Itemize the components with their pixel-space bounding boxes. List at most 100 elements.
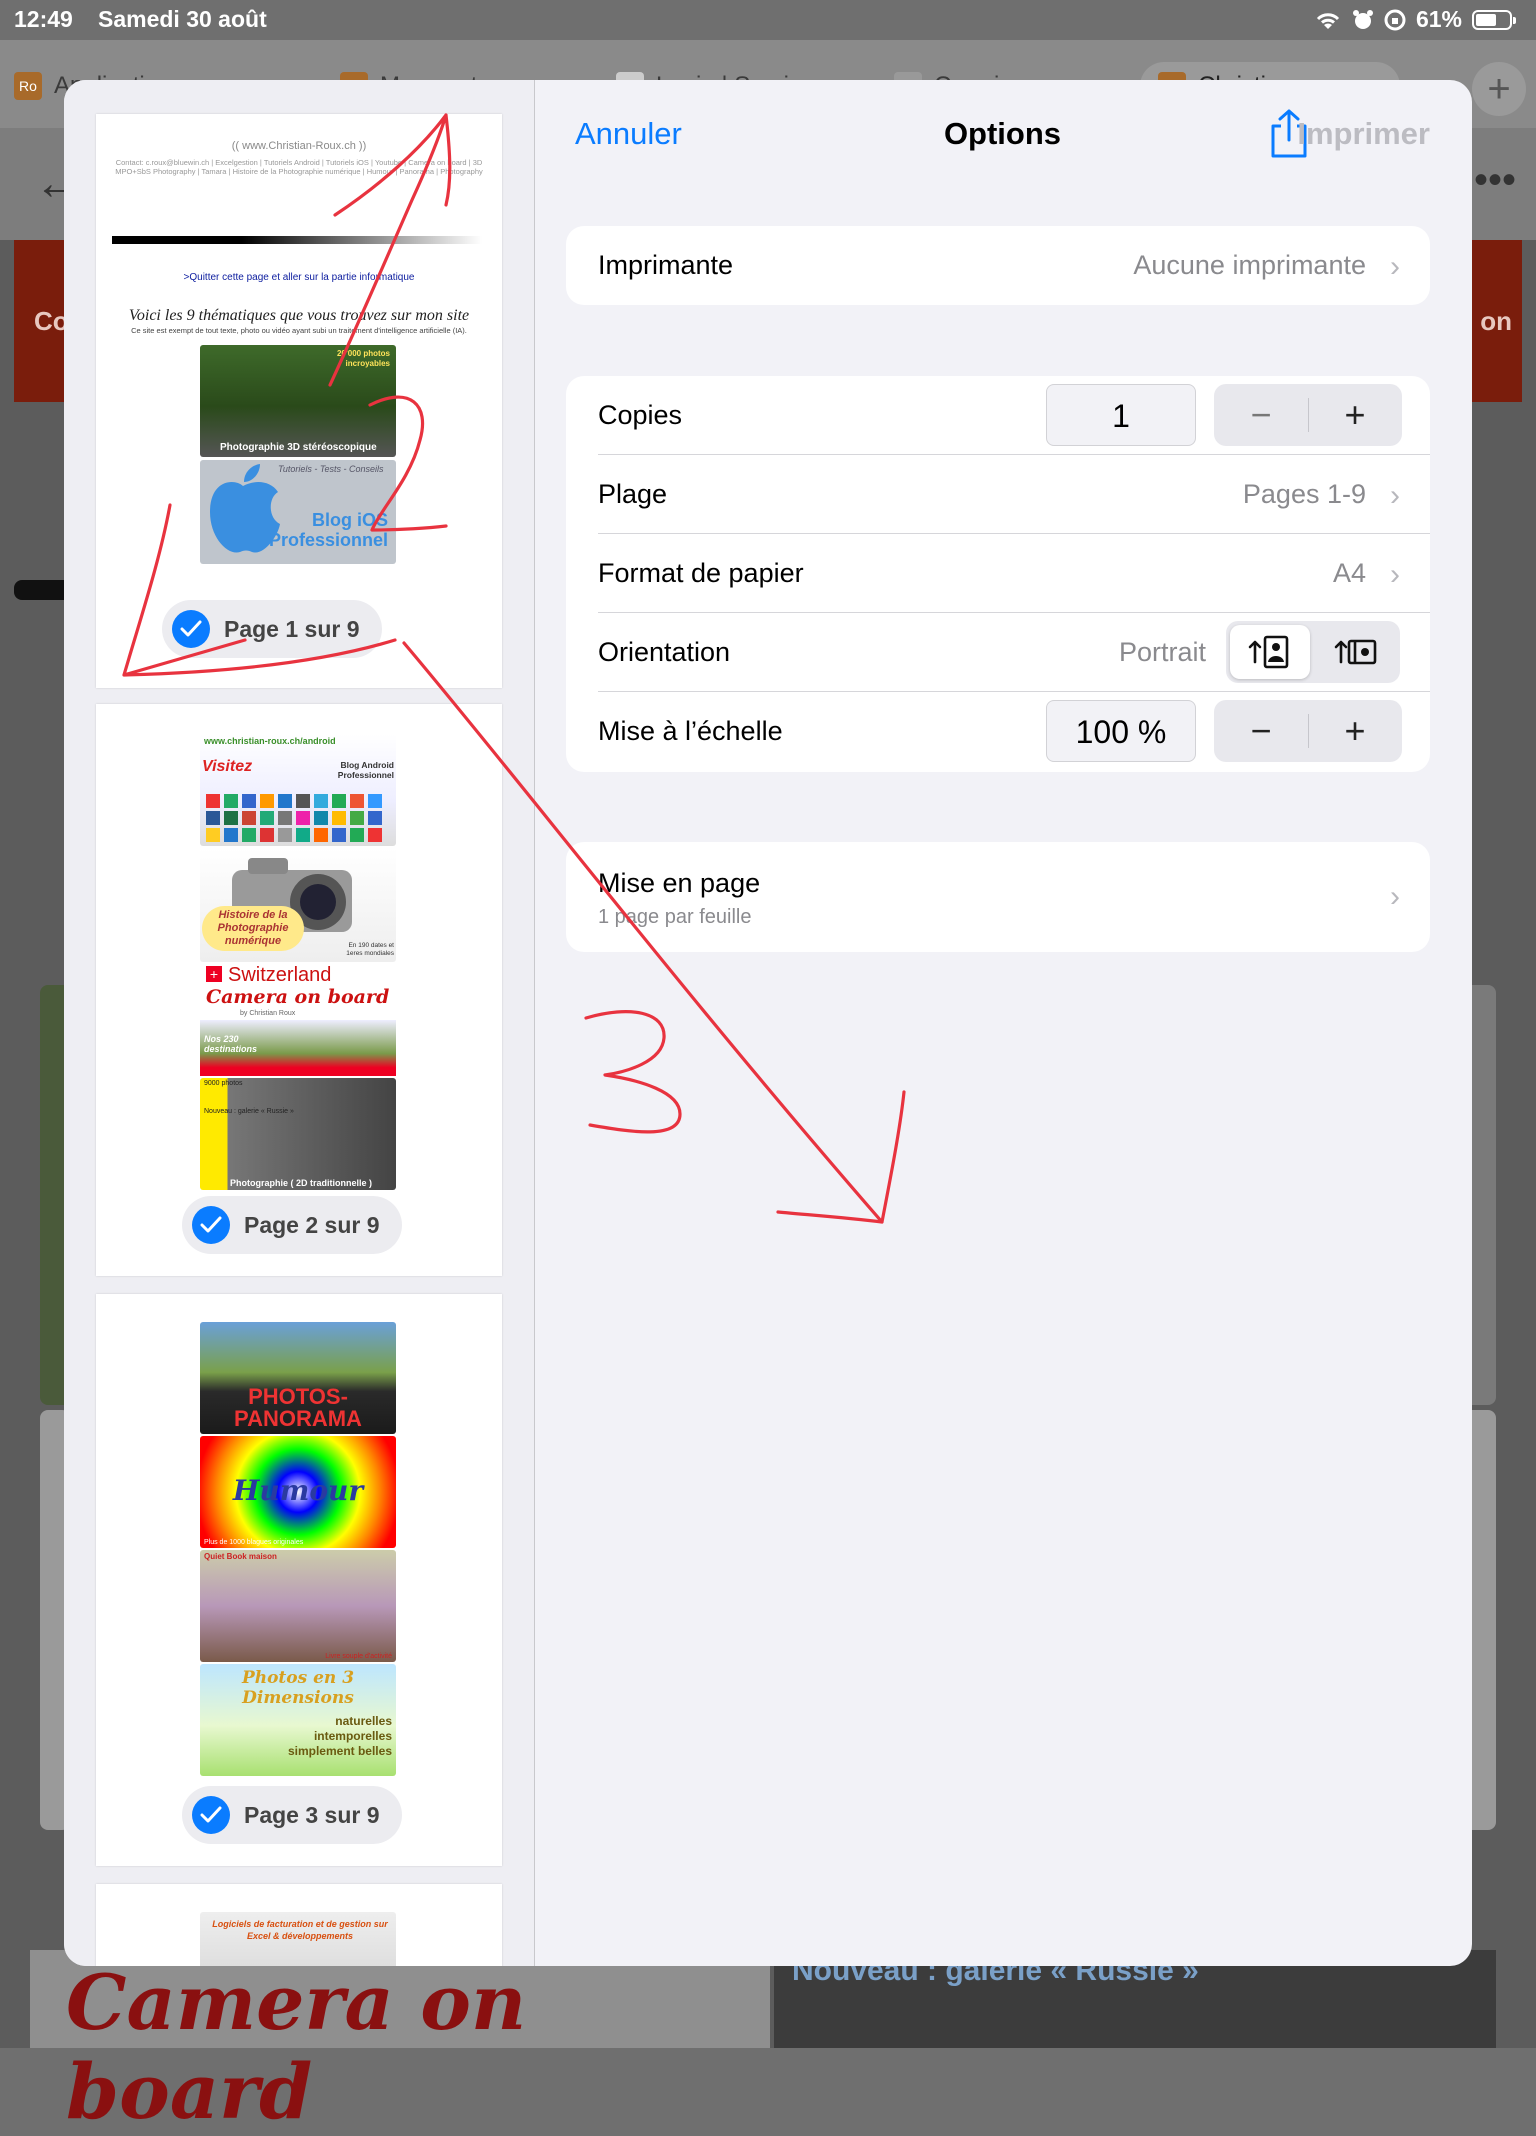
checkmark-icon [192, 1796, 230, 1834]
printer-label: Imprimante [598, 250, 734, 280]
orientation-value: Portrait [1118, 637, 1206, 667]
print-options-sheet: (( www.Christian-Roux.ch )) Contact: c.r… [64, 80, 1472, 1966]
page-3-label-text: Page 3 sur 9 [244, 1801, 380, 1828]
banner-photo2d-title: Photographie ( 2D traditionnelle ) [230, 1178, 373, 1188]
printer-group: Imprimante Aucune imprimante › [566, 226, 1430, 305]
banner-ios-subtitle: Tutoriels - Tests - Conseils [278, 464, 384, 474]
chevron-right-icon: › [1390, 479, 1400, 512]
alarm-icon [1352, 9, 1373, 29]
banner-history-note: En 190 dates et 1eres mondiales [346, 942, 394, 957]
banner-tamara-title: Quiet Book maison [204, 1552, 277, 1561]
status-time: 12:49 [14, 6, 73, 32]
page1-site-title: (( www.Christian-Roux.ch )) [231, 140, 367, 152]
more-icon[interactable]: ••• [1474, 158, 1516, 203]
scaling-stepper[interactable]: − + [1214, 700, 1402, 762]
copies-field[interactable]: 1 [1046, 384, 1196, 446]
page3-banner-tamara: Quiet Book maison Livre souple d'activit… [200, 1550, 396, 1662]
scaling-field[interactable]: 100 % [1046, 700, 1196, 762]
page2-banner-camera-on-board: + Switzerland Camera on board by Christi… [200, 964, 396, 1076]
sheet-divider [534, 80, 535, 1966]
page-3-label[interactable]: Page 3 sur 9 [182, 1786, 402, 1844]
page1-note: Ce site est exempt de tout texte, photo … [131, 326, 467, 335]
page-2-label[interactable]: Page 2 sur 9 [182, 1196, 402, 1254]
banner-tamara-note: Livre souple d'activité [325, 1653, 392, 1660]
copies-label: Copies [598, 400, 683, 430]
sheet-nav-bar: Options Annuler Imprimer [535, 80, 1472, 180]
checkmark-icon [192, 1206, 230, 1244]
paper-size-value: A4 [1332, 558, 1366, 588]
page2-banner-photo2d: 9000 photos Nouveau : galerie « Russie »… [200, 1078, 396, 1190]
layout-value: 1 page par feuille [598, 906, 752, 928]
landscape-option[interactable] [1316, 625, 1396, 679]
status-date: Samedi 30 août [98, 6, 267, 32]
banner-ios-title: Blog iOS Professionnel [268, 510, 388, 550]
orientation-label: Orientation [598, 637, 731, 667]
wifi-icon [1316, 12, 1340, 29]
status-icons: 61% [1314, 6, 1516, 33]
page1-link: >Quitter cette page et aller sur la part… [183, 272, 415, 283]
favicon-icon: Ro [14, 72, 42, 100]
chevron-right-icon: › [1390, 558, 1400, 591]
page-preview-1[interactable]: (( www.Christian-Roux.ch )) Contact: c.r… [96, 114, 502, 688]
layout-row[interactable]: Mise en page 1 page par feuille › [566, 842, 1430, 952]
banner-swiss-text: Switzerland [228, 964, 332, 986]
page2-banner-history: Histoire de la Photographie numérique En… [200, 848, 396, 962]
chevron-right-icon: › [1390, 880, 1400, 913]
page-preview-3[interactable]: PHOTOS-PANORAMA Humour Plus de 1000 blag… [96, 1294, 502, 1866]
page-preview-column[interactable]: (( www.Christian-Roux.ch )) Contact: c.r… [64, 80, 534, 1966]
banner-humour-note: Plus de 1000 blagues originales [204, 1539, 304, 1546]
banner-android-visit: Visitez [202, 758, 253, 775]
portrait-orientation-icon [1248, 635, 1289, 669]
page-1-label-text: Page 1 sur 9 [224, 615, 360, 642]
banner-3d-count: 20'000 photos incroyables [336, 349, 390, 368]
banner-3d-photos-title: Photos en 3 Dimensions [241, 1668, 355, 1708]
page-preview-2[interactable]: www.christian-roux.ch/android Visitez Bl… [96, 704, 502, 1276]
page1-header: (( www.Christian-Roux.ch )) Contact: c.r… [96, 140, 502, 176]
copies-stepper[interactable]: − + [1214, 384, 1402, 446]
page3-banner-humour: Humour Plus de 1000 blagues originales [200, 1436, 396, 1548]
web-footer-camera-text: Camera on board [66, 1958, 527, 2136]
banner-destinations: Nos 230 destinations [204, 1034, 258, 1054]
orientation-row: Orientation Portrait [566, 613, 1430, 692]
page1-banner-ios: Tutoriels - Tests - Conseils Blog iOS Pr… [200, 460, 396, 564]
banner-panorama-title: PHOTOS-PANORAMA [234, 1384, 362, 1431]
copies-row: Copies 1 − + [566, 376, 1430, 455]
paper-size-row[interactable]: Format de papier A4 › [566, 534, 1430, 613]
banner-camera-by: by Christian Roux [240, 1010, 296, 1017]
swiss-flag-icon: + [206, 966, 222, 982]
scaling-increment-button[interactable]: + [1308, 700, 1402, 762]
range-label: Plage [598, 479, 668, 509]
orientation-lock-icon [1384, 9, 1406, 30]
portrait-option[interactable] [1230, 625, 1310, 679]
scaling-decrement-button[interactable]: − [1214, 700, 1308, 762]
page2-banner-android: www.christian-roux.ch/android Visitez Bl… [200, 734, 396, 846]
print-options-group: Copies 1 − + Plage Pages 1-9 › Format de… [566, 376, 1430, 772]
banner-photo2d-new: Nouveau : galerie « Russie » [204, 1108, 294, 1115]
print-button[interactable]: Imprimer [1297, 116, 1430, 152]
battery-percent: 61% [1415, 6, 1462, 32]
copies-increment-button[interactable]: + [1308, 384, 1402, 446]
layout-group: Mise en page 1 page par feuille › [566, 842, 1430, 952]
cancel-button[interactable]: Annuler [575, 116, 682, 152]
range-row[interactable]: Plage Pages 1-9 › [566, 455, 1430, 534]
copies-decrement-button[interactable]: − [1214, 384, 1308, 446]
banner-android-url: www.christian-roux.ch/android [204, 736, 336, 746]
page1-banner-3d: 20'000 photos incroyables Photographie 3… [200, 345, 396, 457]
page1-gradient-bar [112, 236, 482, 244]
banner-android-blog: Blog Android Professionnel [337, 760, 394, 780]
printer-row[interactable]: Imprimante Aucune imprimante › [566, 226, 1430, 305]
printer-value: Aucune imprimante [1133, 250, 1366, 280]
battery-icon [1472, 9, 1516, 30]
banner-history-title: Histoire de la Photographie numérique [202, 906, 304, 951]
status-bar: 12:49 Samedi 30 août 61% [0, 0, 1536, 40]
app-icons-grid [206, 794, 382, 842]
orientation-segmented-control[interactable] [1226, 621, 1400, 683]
page1-heading: Voici les 9 thématiques que vous trouvez… [128, 307, 470, 324]
banner-3d-title: Photographie 3D stéréoscopique [220, 442, 377, 453]
page-1-label[interactable]: Page 1 sur 9 [162, 600, 382, 658]
banner-humour-title: Humour [232, 1474, 364, 1507]
page3-banner-3d: Photos en 3 Dimensions naturelles intemp… [200, 1664, 396, 1776]
page3-banner-panorama: PHOTOS-PANORAMA [200, 1322, 396, 1434]
new-tab-button[interactable]: + [1472, 62, 1526, 116]
page-preview-4[interactable]: Logiciels de facturation et de gestion s… [96, 1884, 502, 1966]
